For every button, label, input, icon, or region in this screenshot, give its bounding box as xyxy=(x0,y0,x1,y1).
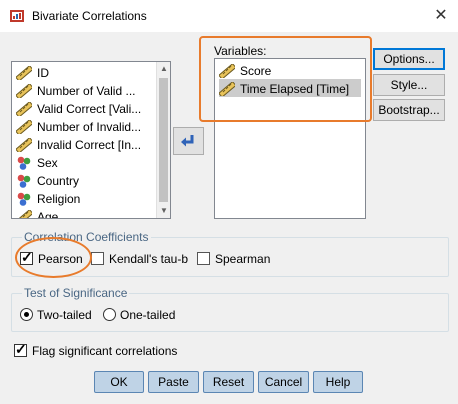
list-item[interactable]: Country xyxy=(16,171,79,189)
flag-significant-checkbox[interactable]: ✓ xyxy=(14,341,27,357)
ruler-icon xyxy=(16,209,32,218)
one-tailed-label[interactable]: One-tailed xyxy=(120,308,175,322)
pearson-highlight-annotation xyxy=(15,237,92,278)
scroll-down-icon[interactable]: ▼ xyxy=(157,204,170,218)
cancel-button-label: Cancel xyxy=(264,375,303,389)
list-item[interactable]: Number of Valid ... xyxy=(16,81,135,99)
list-item-label: Country xyxy=(37,173,80,188)
help-button-label: Help xyxy=(325,375,351,389)
nominal-icon xyxy=(17,192,31,206)
list-item[interactable]: ID xyxy=(16,63,49,81)
reset-button-label: Reset xyxy=(212,375,245,389)
ruler-icon xyxy=(16,83,32,98)
test-of-significance-title: Test of Significance xyxy=(22,286,130,300)
close-button[interactable]: ✕ xyxy=(426,4,456,28)
style-button[interactable]: Style... xyxy=(373,74,445,96)
list-item-label: Sex xyxy=(37,155,58,170)
options-button-label: Options... xyxy=(383,52,435,66)
list-item-label: Religion xyxy=(37,191,81,206)
list-item-label: ID xyxy=(37,65,49,80)
help-button[interactable]: Help xyxy=(313,371,363,393)
paste-button[interactable]: Paste xyxy=(148,371,199,393)
move-arrow-icon xyxy=(181,135,194,147)
scroll-up-icon[interactable]: ▲ xyxy=(157,62,170,76)
variables-highlight-annotation xyxy=(199,36,372,122)
list-item-label: Number of Invalid... xyxy=(37,119,142,134)
close-icon: ✕ xyxy=(434,7,448,24)
bootstrap-button[interactable]: Bootstrap... xyxy=(373,99,445,121)
window-title: Bivariate Correlations xyxy=(32,9,147,23)
radio-dot xyxy=(24,312,29,317)
ruler-icon xyxy=(16,101,32,116)
ruler-icon xyxy=(16,65,32,80)
spearman-label[interactable]: Spearman xyxy=(215,252,270,266)
list-item[interactable]: Valid Correct [Vali... xyxy=(16,99,141,117)
ruler-icon xyxy=(16,119,32,134)
checkmark-icon: ✓ xyxy=(15,341,27,357)
style-button-label: Style... xyxy=(390,78,428,92)
source-variable-list[interactable]: ID Number of Valid ... Valid Correct [Vali… xyxy=(11,61,171,219)
list-item-label: Invalid Correct [In... xyxy=(37,137,142,152)
list-item-label: Number of Valid ... xyxy=(37,83,136,98)
bootstrap-button-label: Bootstrap... xyxy=(378,103,440,117)
source-list-scrollbar[interactable]: ▲ ▼ xyxy=(156,62,170,218)
move-to-variables-button[interactable] xyxy=(173,127,204,155)
kendall-label[interactable]: Kendall's tau-b xyxy=(109,252,188,266)
title-bar: Bivariate Correlations ✕ xyxy=(0,0,458,32)
list-item[interactable]: Sex xyxy=(16,153,58,171)
one-tailed-radio[interactable] xyxy=(103,308,116,321)
list-item[interactable]: Age xyxy=(16,207,59,219)
spss-app-icon xyxy=(10,10,24,22)
list-item[interactable]: Number of Invalid... xyxy=(16,117,141,135)
cancel-button[interactable]: Cancel xyxy=(258,371,309,393)
options-button[interactable]: Options... xyxy=(373,48,445,70)
ok-button[interactable]: OK xyxy=(94,371,144,393)
kendall-checkbox[interactable] xyxy=(91,252,104,265)
ok-button-label: OK xyxy=(110,375,128,389)
nominal-icon xyxy=(17,174,31,188)
ruler-icon xyxy=(16,137,32,152)
list-item-label: Valid Correct [Vali... xyxy=(37,101,142,116)
flag-significant-label[interactable]: Flag significant correlations xyxy=(32,344,177,358)
nominal-icon xyxy=(17,156,31,170)
two-tailed-label[interactable]: Two-tailed xyxy=(37,308,92,322)
two-tailed-radio[interactable] xyxy=(20,308,33,321)
paste-button-label: Paste xyxy=(158,375,189,389)
list-item[interactable]: Religion xyxy=(16,189,80,207)
list-item-label: Age xyxy=(37,209,59,219)
spearman-checkbox[interactable] xyxy=(197,252,210,265)
reset-button[interactable]: Reset xyxy=(203,371,254,393)
list-item[interactable]: Invalid Correct [In... xyxy=(16,135,141,153)
scroll-thumb[interactable] xyxy=(159,78,168,202)
